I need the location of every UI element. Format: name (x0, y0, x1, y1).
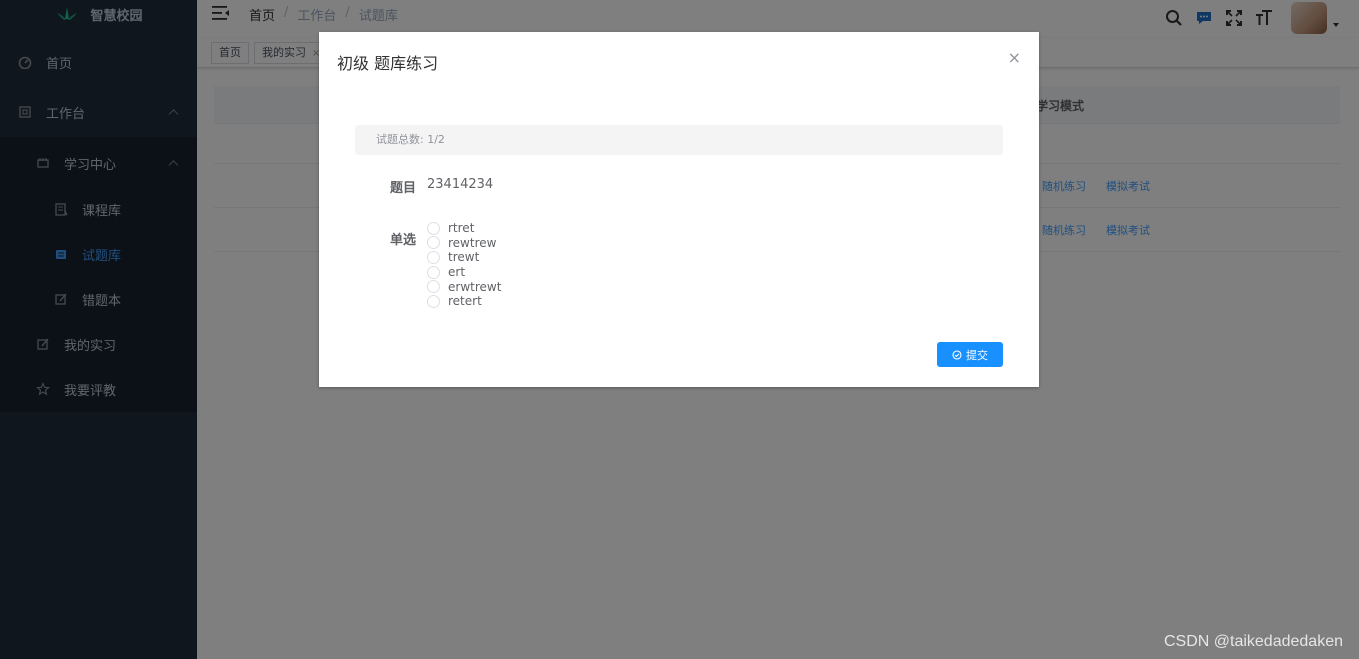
question-text: 23414234 (427, 177, 494, 192)
radio-circle[interactable] (427, 221, 440, 235)
option-label: retert (448, 294, 482, 309)
option-label: rtret (448, 221, 475, 236)
option-radio[interactable]: trewt (427, 250, 501, 265)
option-radio[interactable]: erwtrewt (427, 279, 501, 294)
option-label: ert (448, 265, 466, 280)
question-label: 题目 (390, 181, 417, 196)
option-label: rewtrew (448, 235, 497, 250)
options-radio-group: rtret rewtrew trewt ert erwtrewt retert (427, 221, 501, 309)
submit-label: 提交 (966, 348, 988, 362)
question-total-text: 试题总数: 1/2 (376, 133, 445, 146)
question-type-label: 单选 (390, 233, 417, 248)
radio-circle[interactable] (427, 294, 440, 308)
submit-button[interactable]: 提交 (937, 342, 1003, 367)
watermark: CSDN @taikedadedaken (1163, 633, 1343, 650)
practice-dialog: 初级 题库练习 × 试题总数: 1/2 题目 23414234 单选 rtret… (319, 32, 1039, 387)
option-radio[interactable]: retert (427, 294, 501, 309)
dialog-title: 初级 题库练习 (337, 54, 439, 73)
check-circle-icon (952, 349, 962, 360)
radio-circle[interactable] (427, 265, 440, 279)
option-radio[interactable]: rewtrew (427, 236, 501, 251)
close-icon[interactable]: × (1008, 48, 1021, 67)
radio-circle[interactable] (427, 236, 440, 250)
radio-circle[interactable] (427, 250, 440, 264)
radio-circle[interactable] (427, 280, 440, 294)
option-label: trewt (448, 250, 480, 265)
option-radio[interactable]: ert (427, 265, 501, 280)
question-total-bar: 试题总数: 1/2 (355, 125, 1003, 155)
option-radio[interactable]: rtret (427, 221, 501, 236)
option-label: erwtrewt (448, 279, 502, 294)
